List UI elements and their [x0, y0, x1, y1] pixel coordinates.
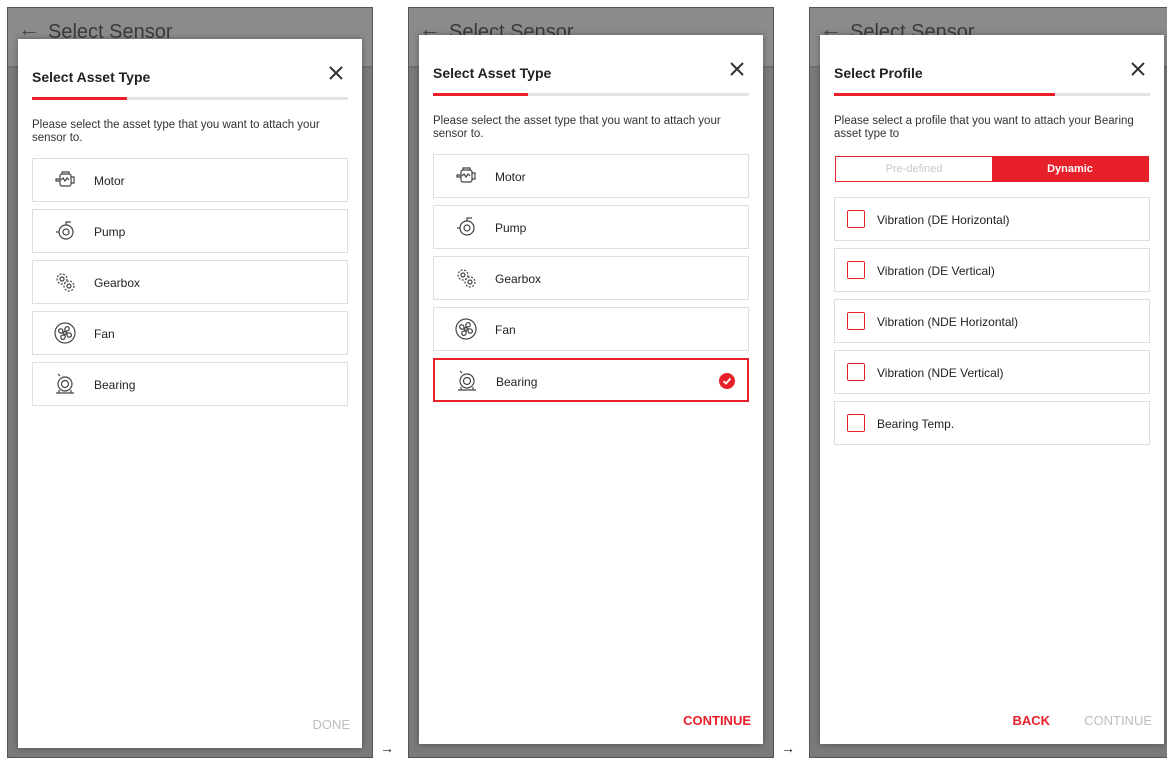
profile-option[interactable]: Vibration (DE Vertical) — [834, 248, 1150, 292]
asset-option-fan[interactable]: Fan — [32, 311, 348, 355]
back-arrow-icon[interactable]: ← — [18, 18, 40, 40]
asset-option-label: Bearing — [496, 375, 538, 389]
screen-select-profile: ← Select Sensor Select Profile Please se… — [809, 7, 1167, 758]
asset-type-list: Motor Pump Gearbox Fan Bearing — [433, 154, 749, 409]
flow-arrow-icon: → — [781, 740, 795, 756]
asset-option-label: Gearbox — [94, 276, 141, 290]
asset-option-label: Motor — [94, 174, 125, 188]
profile-option-label: Vibration (NDE Vertical) — [877, 366, 1004, 380]
profile-option[interactable]: Vibration (NDE Horizontal) — [834, 299, 1150, 343]
profile-checkbox[interactable] — [847, 210, 865, 228]
close-icon[interactable] — [725, 57, 749, 81]
continue-button[interactable]: CONTINUE — [683, 713, 751, 728]
asset-option-gearbox[interactable]: Gearbox — [433, 256, 749, 300]
bearing-icon — [455, 369, 479, 393]
profile-option-label: Vibration (NDE Horizontal) — [877, 315, 1019, 329]
back-button[interactable]: BACK — [1012, 713, 1050, 728]
asset-option-motor[interactable]: Motor — [433, 154, 749, 198]
asset-option-label: Pump — [495, 221, 527, 235]
dialog-title: Select Asset Type — [32, 69, 151, 85]
profile-option-label: Vibration (DE Vertical) — [877, 264, 995, 278]
asset-type-dialog: Select Asset Type Please select the asse… — [419, 35, 763, 744]
step-progress-bar — [433, 93, 749, 96]
pump-icon — [53, 219, 77, 243]
check-circle-icon — [719, 373, 735, 389]
asset-option-label: Pump — [94, 225, 126, 239]
step-progress-fill — [834, 93, 1056, 96]
instruction-text: Please select a profile that you want to… — [834, 115, 1134, 140]
asset-option-fan[interactable]: Fan — [433, 307, 749, 351]
gearbox-icon — [454, 266, 478, 290]
profile-option[interactable]: Vibration (NDE Vertical) — [834, 350, 1150, 394]
dialog-title: Select Profile — [834, 65, 923, 81]
profile-option-label: Bearing Temp. — [877, 417, 955, 431]
step-progress-fill — [32, 97, 127, 100]
asset-option-label: Fan — [495, 323, 516, 337]
step-progress-bar — [834, 93, 1150, 96]
close-icon[interactable] — [1126, 57, 1150, 81]
asset-option-label: Gearbox — [495, 272, 542, 286]
asset-option-label: Fan — [94, 327, 115, 341]
asset-option-label: Bearing — [94, 378, 136, 392]
step-progress-fill — [433, 93, 528, 96]
asset-option-bearing-selected[interactable]: Bearing — [433, 358, 749, 402]
instruction-text: Please select the asset type that you wa… — [433, 115, 721, 140]
profile-checkbox[interactable] — [847, 414, 865, 432]
bearing-icon — [53, 372, 77, 396]
asset-option-gearbox[interactable]: Gearbox — [32, 260, 348, 304]
dialog-title: Select Asset Type — [433, 65, 552, 81]
dynamic-tab[interactable]: Dynamic — [992, 157, 1148, 181]
fan-icon — [454, 317, 478, 341]
asset-option-motor[interactable]: Motor — [32, 158, 348, 202]
instruction-text: Please select the asset type that you wa… — [32, 119, 320, 144]
profile-type-toggle: Pre-defined Dynamic — [835, 156, 1149, 182]
profile-dialog: Select Profile Please select a profile t… — [820, 35, 1164, 744]
profile-checkbox[interactable] — [847, 312, 865, 330]
flow-arrow-icon: → — [380, 740, 394, 756]
close-icon[interactable] — [324, 61, 348, 85]
motor-icon — [53, 168, 77, 192]
screen-asset-type-selected: ← Select Sensor Select Asset Type Please… — [408, 7, 774, 758]
profile-list: Vibration (DE Horizontal) Vibration (DE … — [834, 197, 1150, 452]
asset-type-dialog: Select Asset Type Please select the asse… — [18, 39, 362, 748]
fan-icon — [53, 321, 77, 345]
profile-option-label: Vibration (DE Horizontal) — [877, 213, 1010, 227]
motor-icon — [454, 164, 478, 188]
done-button[interactable]: DONE — [312, 717, 350, 732]
predefined-tab[interactable]: Pre-defined — [836, 157, 992, 181]
profile-checkbox[interactable] — [847, 261, 865, 279]
step-progress-bar — [32, 97, 348, 100]
profile-option[interactable]: Vibration (DE Horizontal) — [834, 197, 1150, 241]
asset-option-pump[interactable]: Pump — [433, 205, 749, 249]
asset-option-pump[interactable]: Pump — [32, 209, 348, 253]
continue-button-disabled[interactable]: CONTINUE — [1084, 713, 1152, 728]
profile-checkbox[interactable] — [847, 363, 865, 381]
screen-asset-type-unselected: ← Select Sensor Select Asset Type Please… — [7, 7, 373, 758]
asset-option-bearing[interactable]: Bearing — [32, 362, 348, 406]
gearbox-icon — [53, 270, 77, 294]
pump-icon — [454, 215, 478, 239]
profile-option[interactable]: Bearing Temp. — [834, 401, 1150, 445]
asset-type-list: Motor Pump Gearbox Fan Bearing — [32, 158, 348, 413]
asset-option-label: Motor — [495, 170, 526, 184]
